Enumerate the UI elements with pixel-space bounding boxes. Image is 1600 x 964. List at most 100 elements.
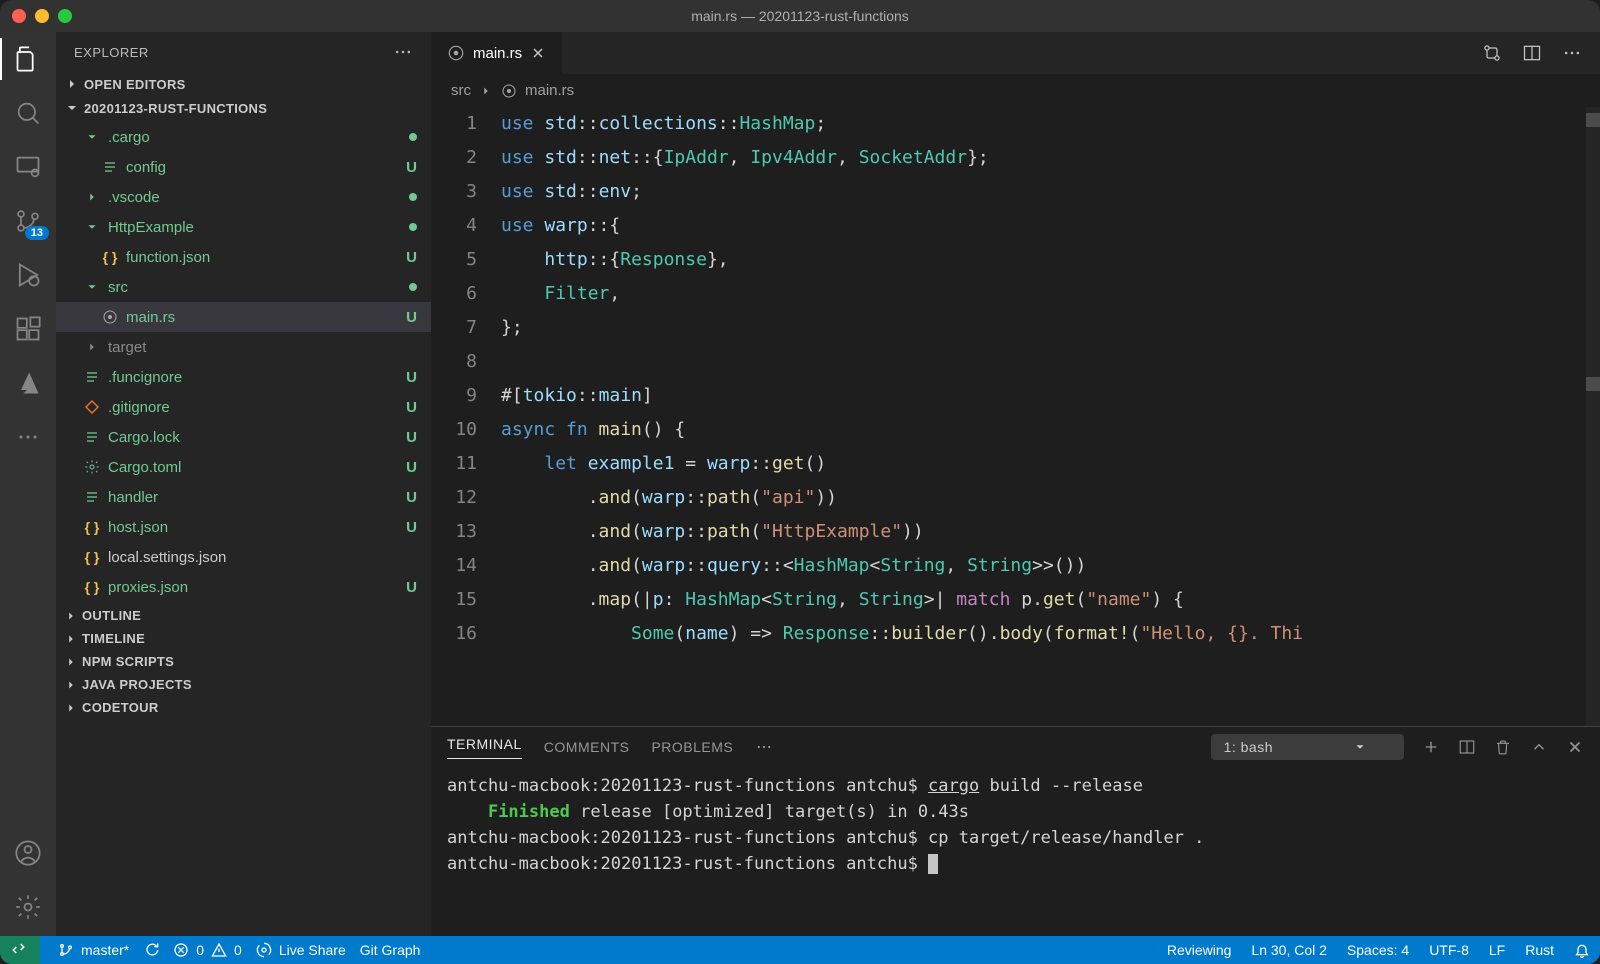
file-type-icon — [82, 429, 102, 445]
chevron-icon — [82, 220, 102, 234]
explorer-more-icon[interactable] — [393, 42, 413, 62]
cursor-position[interactable]: Ln 30, Col 2 — [1251, 942, 1327, 958]
item-label: .cargo — [108, 129, 150, 146]
notifications-icon[interactable] — [1574, 942, 1590, 958]
scm-badge: 13 — [25, 226, 49, 240]
section-npm-scripts[interactable]: NPM SCRIPTS — [56, 650, 431, 673]
item-label: function.json — [126, 249, 210, 266]
panel-more-icon[interactable] — [755, 738, 773, 756]
problems-status[interactable]: 0 0 — [173, 942, 242, 958]
section-codetour[interactable]: CODETOUR — [56, 696, 431, 719]
folder--cargo[interactable]: .cargo — [56, 122, 431, 152]
extensions-icon[interactable] — [13, 314, 43, 344]
terminal-output[interactable]: antchu-macbook:20201123-rust-functions a… — [431, 767, 1600, 936]
folder-HttpExample[interactable]: HttpExample — [56, 212, 431, 242]
git-status: U — [406, 249, 417, 266]
section-outline[interactable]: OUTLINE — [56, 604, 431, 627]
panel: TERMINAL COMMENTS PROBLEMS 1: bash — [431, 726, 1600, 936]
file-type-icon — [82, 399, 102, 415]
minimap[interactable] — [1586, 107, 1600, 726]
close-panel-icon[interactable] — [1566, 738, 1584, 756]
language-status[interactable]: Rust — [1525, 942, 1554, 958]
chevron-icon — [82, 280, 102, 294]
more-icon[interactable] — [13, 422, 43, 452]
source-control-icon[interactable]: 13 — [13, 206, 43, 236]
code-editor[interactable]: 12345678910111213141516 use std::collect… — [431, 107, 1600, 726]
git-status: U — [406, 309, 417, 326]
close-tab-icon[interactable] — [530, 45, 546, 61]
project-section[interactable]: 20201123-RUST-FUNCTIONS — [56, 96, 431, 120]
git-status: U — [406, 489, 417, 506]
panel-tab-problems[interactable]: PROBLEMS — [651, 739, 733, 755]
account-icon[interactable] — [13, 838, 43, 868]
terminal-selector[interactable]: 1: bash — [1211, 734, 1404, 760]
item-label: handler — [108, 489, 158, 506]
git-status: U — [406, 159, 417, 176]
window-maximize-button[interactable] — [58, 9, 72, 23]
item-label: .gitignore — [108, 399, 170, 416]
file-Cargo-toml[interactable]: Cargo.tomlU — [56, 452, 431, 482]
encoding-status[interactable]: UTF-8 — [1429, 942, 1469, 958]
folder-src[interactable]: src — [56, 272, 431, 302]
azure-icon[interactable] — [13, 368, 43, 398]
file-main-rs[interactable]: main.rs U — [56, 302, 431, 332]
split-editor-icon[interactable] — [1522, 43, 1542, 63]
run-debug-icon[interactable] — [13, 260, 43, 290]
reviewing-status[interactable]: Reviewing — [1167, 942, 1232, 958]
eol-status[interactable]: LF — [1489, 942, 1505, 958]
explorer-icon[interactable] — [13, 44, 43, 74]
file-config[interactable]: configU — [56, 152, 431, 182]
section-timeline[interactable]: TIMELINE — [56, 627, 431, 650]
search-icon[interactable] — [13, 98, 43, 128]
open-editors-section[interactable]: OPEN EDITORS — [56, 72, 431, 96]
compare-changes-icon[interactable] — [1482, 43, 1502, 63]
remote-window-button[interactable] — [0, 936, 40, 964]
file-handler[interactable]: handler U — [56, 482, 431, 512]
file-Cargo-lock[interactable]: Cargo.lockU — [56, 422, 431, 452]
editor-more-icon[interactable] — [1562, 43, 1582, 63]
file-host-json[interactable]: { }host.jsonU — [56, 512, 431, 542]
maximize-panel-icon[interactable] — [1530, 738, 1548, 756]
file--funcignore[interactable]: .funcignoreU — [56, 362, 431, 392]
titlebar: main.rs — 20201123-rust-functions — [0, 0, 1600, 32]
sync-button[interactable] — [143, 942, 159, 958]
explorer-title: EXPLORER — [74, 45, 149, 60]
editor-tab-main-rs[interactable]: main.rs — [431, 32, 563, 74]
kill-terminal-icon[interactable] — [1494, 738, 1512, 756]
file-type-icon: { } — [82, 549, 102, 565]
panel-tab-terminal[interactable]: TERMINAL — [447, 736, 522, 759]
git-status: U — [406, 399, 417, 416]
folder--vscode[interactable]: .vscode — [56, 182, 431, 212]
git-graph-button[interactable]: Git Graph — [360, 942, 421, 958]
indent-status[interactable]: Spaces: 4 — [1347, 942, 1409, 958]
chevron-right-icon — [479, 84, 493, 98]
window-close-button[interactable] — [12, 9, 26, 23]
rust-file-icon — [501, 83, 517, 99]
git-status: U — [406, 519, 417, 536]
file--gitignore[interactable]: .gitignore U — [56, 392, 431, 422]
file-type-icon — [100, 159, 120, 175]
live-share-button[interactable]: Live Share — [256, 942, 346, 958]
window-minimize-button[interactable] — [35, 9, 49, 23]
git-status: U — [406, 429, 417, 446]
git-modified-dot — [409, 193, 417, 201]
section-java-projects[interactable]: JAVA PROJECTS — [56, 673, 431, 696]
breadcrumb[interactable]: src main.rs — [431, 74, 1600, 107]
remote-explorer-icon[interactable] — [13, 152, 43, 182]
new-terminal-icon[interactable] — [1422, 738, 1440, 756]
chevron-icon — [82, 130, 102, 144]
panel-tab-comments[interactable]: COMMENTS — [544, 739, 630, 755]
file-local-settings-json[interactable]: { }local.settings.json — [56, 542, 431, 572]
item-label: proxies.json — [108, 579, 188, 596]
folder-target[interactable]: target — [56, 332, 431, 362]
settings-gear-icon[interactable] — [13, 892, 43, 922]
file-function-json[interactable]: { } function.json U — [56, 242, 431, 272]
git-branch-status[interactable]: master* — [58, 942, 129, 958]
file-proxies-json[interactable]: { }proxies.jsonU — [56, 572, 431, 602]
item-label: host.json — [108, 519, 168, 536]
file-type-icon: { } — [100, 249, 120, 265]
activity-bar: 13 — [0, 32, 56, 936]
item-label: .vscode — [108, 189, 160, 206]
split-terminal-icon[interactable] — [1458, 738, 1476, 756]
item-label: main.rs — [126, 309, 175, 326]
